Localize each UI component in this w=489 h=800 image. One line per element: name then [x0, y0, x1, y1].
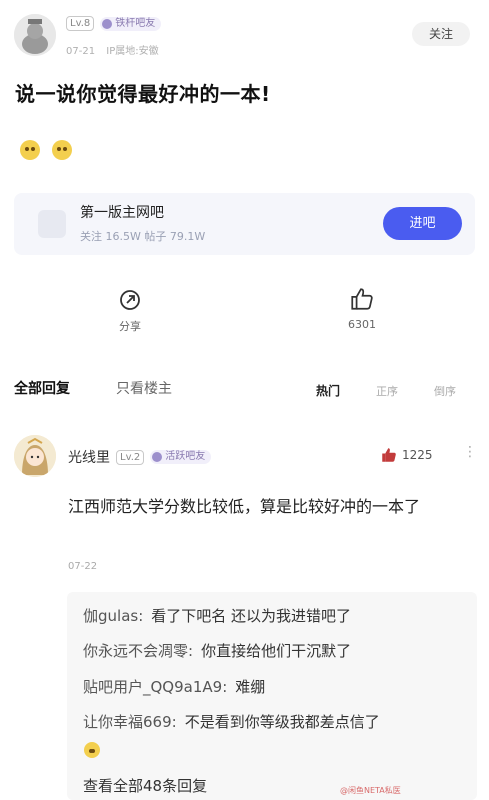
reply-user[interactable]: 伽gulas:	[83, 607, 143, 625]
badge-icon	[152, 452, 163, 462]
reply-text: 不是看到你等级我都差点信了	[184, 713, 380, 731]
comment-text: 江西师范大学分数比较低，算是比较好冲的一本了	[68, 497, 421, 516]
reply-user[interactable]: 贴吧用户_QQ9a1A9:	[83, 678, 227, 696]
like-button[interactable]: 6301	[332, 286, 392, 331]
share-icon	[120, 290, 140, 310]
commenter-avatar[interactable]	[14, 435, 56, 477]
reply-item[interactable]: 贴吧用户_QQ9a1A9: 难绷	[83, 676, 265, 697]
author-avatar[interactable]	[14, 14, 56, 56]
author-level: Lv.8	[66, 16, 95, 31]
author-meta: Lv.8 铁杆吧友	[66, 16, 162, 31]
reply-item[interactable]: 你永远不会凋零: 你直接给他们干沉默了	[83, 640, 351, 661]
comment-like-icon[interactable]	[380, 446, 398, 464]
follow-button[interactable]: 关注	[412, 22, 470, 46]
share-label: 分享	[119, 320, 141, 333]
emoji-icon	[84, 742, 100, 758]
cat-avatar-icon	[14, 14, 56, 56]
tab-all-replies[interactable]: 全部回复	[14, 378, 70, 398]
like-count: 6301	[348, 318, 376, 331]
emoji-icon	[20, 140, 40, 160]
reply-text: 难绷	[235, 678, 266, 696]
view-all-replies-link[interactable]: 查看全部48条回复	[83, 775, 207, 796]
enter-forum-button[interactable]: 进吧	[383, 207, 462, 240]
more-options-icon[interactable]: ⋮	[463, 444, 477, 460]
reply-item[interactable]: 伽gulas: 看了下吧名 还以为我进错吧了	[83, 605, 351, 626]
watermark: @闲鱼NETA私医	[340, 786, 401, 795]
post-meta: 07-21 IP属地:安徽	[66, 42, 159, 57]
comment-date: 07-22	[68, 561, 98, 572]
badge-icon	[102, 18, 113, 29]
forum-stats: 关注 16.5W 帖子 79.1W	[80, 230, 206, 243]
reply-item[interactable]: 让你幸福669: 不是看到你等级我都差点信了	[83, 711, 380, 732]
commenter-meta: 光线里 Lv.2 活跃吧友	[68, 447, 212, 467]
reply-user[interactable]: 你永远不会凋零:	[83, 642, 193, 660]
reply-text: 你直接给他们干沉默了	[201, 642, 352, 660]
reply-text: 看了下吧名 还以为我进错吧了	[151, 607, 352, 625]
post-title: 说一说你觉得最好冲的一本!	[15, 82, 271, 106]
author-badge: 铁杆吧友	[100, 16, 162, 31]
post-ip: IP属地:安徽	[106, 46, 159, 57]
commenter-level: Lv.2	[116, 449, 145, 465]
reply-user[interactable]: 让你幸福669:	[83, 713, 177, 731]
emoji-icon	[52, 140, 72, 160]
commenter-badge: 活跃吧友	[150, 450, 212, 464]
thumbs-up-icon	[351, 288, 373, 310]
sort-asc[interactable]: 正序	[376, 383, 398, 399]
comment-like-count: 1225	[402, 448, 433, 462]
commenter-name[interactable]: 光线里	[68, 447, 110, 467]
forum-icon	[38, 210, 66, 238]
girl-avatar-icon	[14, 435, 56, 477]
tab-only-op[interactable]: 只看楼主	[116, 378, 172, 398]
forum-name: 第一版主网吧	[80, 205, 164, 221]
sort-hot[interactable]: 热门	[316, 382, 340, 399]
post-date: 07-21	[66, 46, 96, 57]
sort-desc[interactable]: 倒序	[434, 383, 456, 399]
share-button[interactable]: 分享	[100, 288, 160, 334]
